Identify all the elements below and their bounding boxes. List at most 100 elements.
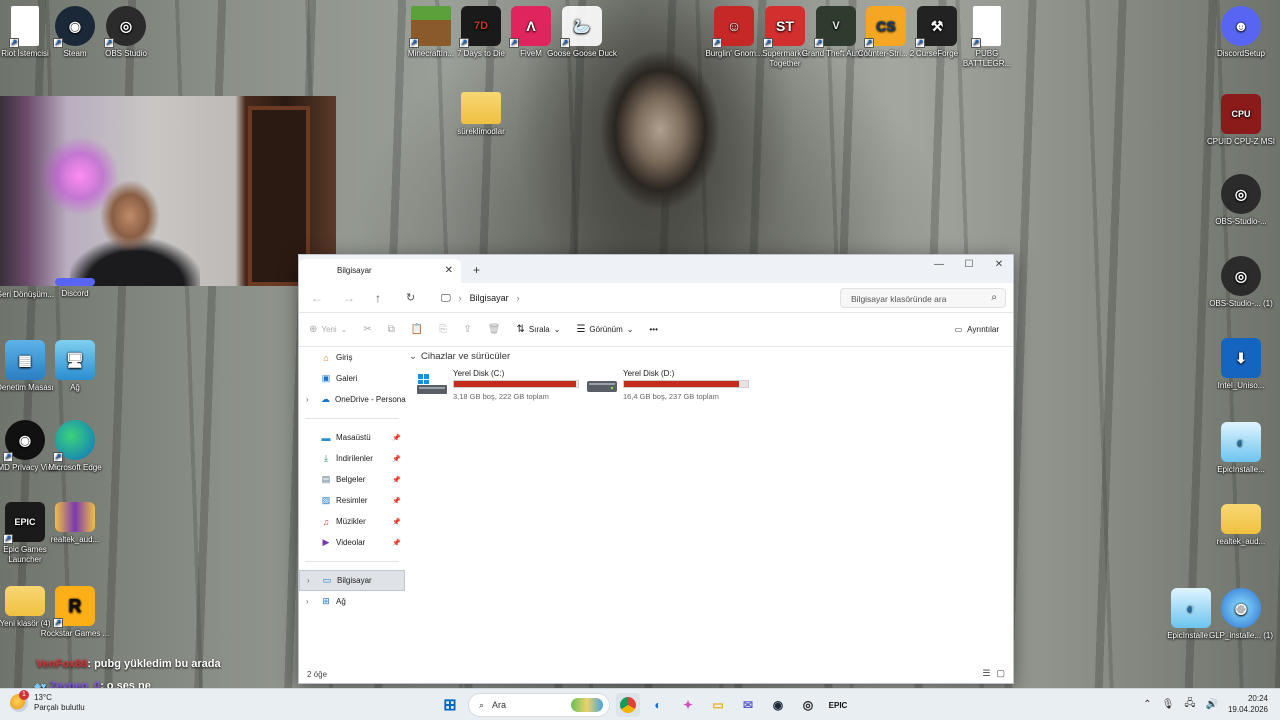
nav-item-computer[interactable]: › ▭ Bilgisayar — [299, 570, 405, 591]
steam-icon[interactable]: ◉ — [766, 693, 790, 717]
obs-icon: ◎ ↗ — [104, 6, 146, 48]
microphone-icon[interactable]: 🎙 — [1162, 699, 1175, 710]
desktop-icon-discord[interactable]: Discord — [40, 278, 110, 299]
details-view-icon[interactable]: ☰ — [982, 668, 990, 679]
document-icon: ▤ — [321, 474, 331, 484]
cut-icon[interactable]: ✂ — [363, 324, 371, 335]
chevron-up-icon[interactable]: ⌃ — [1143, 699, 1151, 710]
clock[interactable]: 20:24 19.04.2026 — [1228, 693, 1268, 715]
desktop-icon-discordsetup[interactable]: ☻ DiscordSetup — [1206, 6, 1276, 59]
nav-item-music[interactable]: ♫ Müzikler 📌 — [299, 511, 405, 532]
document-icon: ↗ — [971, 6, 1001, 48]
tiles-view-icon[interactable]: ▢ — [996, 668, 1005, 679]
maximize-icon[interactable]: ☐ — [954, 259, 984, 270]
nav-item-onedrive[interactable]: › ☁ OneDrive - Persona — [299, 389, 406, 410]
desktop-icon-obs-3[interactable]: ◎ OBS-Studio-... (1) — [1206, 256, 1276, 309]
nav-item-documents[interactable]: ▤ Belgeler 📌 — [299, 469, 405, 490]
close-window-icon[interactable]: ✕ — [984, 259, 1014, 270]
desktop-icon-intel[interactable]: ⬇ Intel_Uniso... — [1206, 338, 1276, 391]
nav-item-videos[interactable]: ▶ Videolar 📌 — [299, 532, 405, 553]
forward-icon[interactable]: → — [343, 291, 355, 305]
computer-icon: 🖵 — [441, 292, 451, 304]
pin-icon[interactable]: 📌 — [392, 518, 401, 526]
computer-icon: ▭ — [322, 575, 332, 585]
drive-c-usage-fill — [454, 381, 577, 387]
desktop-icon-obs[interactable]: ◎ ↗ OBS Studio — [91, 6, 161, 59]
drive-d[interactable]: Yerel Disk (D:) 16,4 GB boş, 237 GB topl… — [587, 369, 757, 403]
details-label: Ayrıntılar — [967, 325, 999, 334]
breadcrumb-chevron-icon[interactable]: › — [517, 293, 520, 303]
nav-item-desktop[interactable]: ▬ Masaüstü 📌 — [299, 427, 405, 448]
desktop-icon-realtek-right[interactable]: realtek_aud... — [1206, 504, 1276, 547]
chevron-right-icon[interactable]: › — [307, 576, 310, 585]
paste-icon[interactable]: 📋 — [411, 324, 423, 335]
network-icon[interactable]: 🖧 — [1184, 696, 1195, 713]
new-button[interactable]: ⊕ Yeni ⌄ — [309, 324, 347, 335]
breadcrumb-bilgisayar[interactable]: Bilgisayar — [470, 293, 509, 303]
epic-icon[interactable]: EPIC — [826, 693, 850, 717]
desktop-icon-network[interactable]: 🖥 Ağ — [40, 340, 110, 393]
drive-d-usage-bar — [623, 380, 749, 388]
chevron-right-icon[interactable]: › — [306, 395, 309, 404]
new-tab-icon[interactable]: + — [473, 263, 480, 277]
search-icon: ⌕ — [479, 699, 485, 710]
search-icon: ⌕ — [991, 292, 997, 303]
nav-item-pictures[interactable]: ▨ Resimler 📌 — [299, 490, 405, 511]
breadcrumb[interactable]: 🖵 › Bilgisayar › — [435, 288, 835, 308]
refresh-icon[interactable]: ↻ — [406, 291, 415, 304]
cloud-icon: ☁ — [321, 394, 330, 404]
tab-bilgisayar[interactable]: Bilgisayar ✕ — [299, 259, 461, 283]
desktop-icon-realtek-left[interactable]: realtek_aud... — [40, 502, 110, 545]
desktop-icon-goose[interactable]: 🦢 ↗ Goose Goose Duck — [547, 6, 617, 59]
details-button[interactable]: ▭ Ayrıntılar — [955, 325, 999, 334]
desktop-icon-pubg[interactable]: ↗ PUBG BATTLEGR... — [952, 6, 1022, 69]
folder-icon — [5, 586, 45, 616]
copy-icon[interactable]: ⧉ — [388, 324, 395, 335]
video-icon: ▶ — [322, 537, 330, 547]
rename-icon[interactable]: ⎘ — [439, 324, 447, 335]
share-icon[interactable]: ⇪ — [463, 324, 471, 335]
view-button[interactable]: ☰ Görünüm ⌄ — [576, 324, 633, 335]
desktop-folder-sureklimodlar[interactable]: süreklimodlar — [446, 92, 516, 137]
chevron-right-icon[interactable]: › — [306, 597, 309, 606]
minimize-icon[interactable]: — — [924, 259, 954, 270]
steam-icon: ◉ ↗ — [53, 6, 95, 48]
delete-icon[interactable]: 🗑 — [488, 324, 501, 335]
section-header-devices[interactable]: ⌄ Cihazlar ve sürücüler — [409, 351, 510, 362]
taskbar-search[interactable]: ⌕ Ara — [468, 693, 610, 717]
back-icon[interactable]: ← — [311, 291, 323, 305]
weather-widget[interactable]: 1 13°C Parçalı bulutlu — [10, 690, 85, 713]
volume-icon[interactable]: 🔊 — [1206, 699, 1218, 710]
obs-icon[interactable]: ◎ — [796, 693, 820, 717]
nav-item-downloads[interactable]: ⤓ İndirilenler 📌 — [299, 448, 405, 469]
close-tab-icon[interactable]: ✕ — [445, 265, 453, 276]
pin-icon[interactable]: 📌 — [392, 539, 401, 547]
nav-item-home[interactable]: ⌂ Giriş — [299, 347, 405, 368]
file-explorer-icon[interactable]: ▭ — [706, 693, 730, 717]
more-options-button[interactable]: ••• — [649, 325, 657, 334]
chrome-icon[interactable] — [616, 693, 640, 717]
start-icon[interactable]: ⊞ — [438, 693, 462, 717]
view-icon: ☰ — [576, 324, 586, 335]
desktop-icon-edge[interactable]: ↗ Microsoft Edge — [40, 420, 110, 473]
desktop-icon-rockstar[interactable]: R ↗ Rockstar Games ... — [40, 586, 110, 639]
weather-icon: 1 — [10, 690, 29, 712]
search-input[interactable]: Bilgisayar klasöründe ara ⌕ — [840, 288, 1006, 308]
copilot-icon[interactable]: ✦ — [676, 693, 700, 717]
teams-icon[interactable]: ✉ — [736, 693, 760, 717]
pin-icon[interactable]: 📌 — [392, 455, 401, 463]
pin-icon[interactable]: 📌 — [392, 476, 401, 484]
pin-icon[interactable]: 📌 — [392, 434, 401, 442]
new-label: Yeni — [321, 325, 337, 334]
nav-item-gallery[interactable]: ▣ Galeri — [299, 368, 405, 389]
nav-item-network[interactable]: › ⊞ Ağ — [299, 591, 405, 612]
edge-icon[interactable]: ◐ — [646, 693, 670, 717]
pin-icon[interactable]: 📌 — [392, 497, 401, 505]
sort-button[interactable]: ⇅ Sırala ⌄ — [516, 324, 560, 335]
desktop-icon-epicinstaller-1[interactable]: ◐ EpicInstalle... — [1206, 422, 1276, 475]
desktop-icon-glp-installer[interactable]: ◍ GLP_installe... (1) — [1206, 588, 1276, 641]
desktop-icon-cpuz[interactable]: CPU CPUID CPU-Z MSI — [1206, 94, 1276, 147]
desktop-icon-obs-2[interactable]: ◎ OBS-Studio-... — [1206, 174, 1276, 227]
up-icon[interactable]: ↑ — [375, 291, 381, 305]
drive-c[interactable]: Yerel Disk (C:) 3,18 GB boş, 222 GB topl… — [417, 369, 587, 403]
